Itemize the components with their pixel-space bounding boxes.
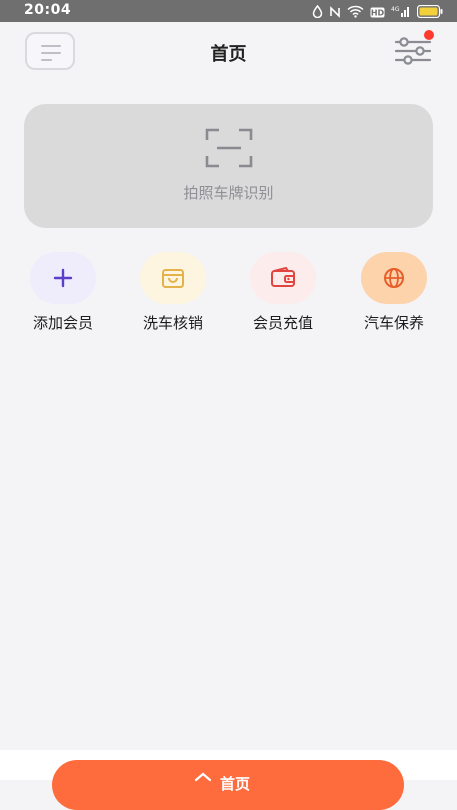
home-icon [194, 772, 212, 782]
wallet-icon [271, 267, 295, 287]
plate-scan-card[interactable]: 拍照车牌识别 [24, 104, 433, 228]
plus-icon [53, 268, 73, 288]
drop-icon [312, 3, 323, 22]
notification-dot [424, 30, 434, 40]
status-time: 20:04 [24, 2, 72, 18]
action-icon-bg [361, 252, 427, 304]
action-label: 会员充值 [252, 314, 313, 332]
home-tab-button[interactable]: 首页 [52, 760, 404, 810]
quick-actions: 添加会员 洗车核销 会员充值 汽车保养 [0, 252, 457, 342]
action-member-recharge[interactable]: 会员充值 [238, 252, 328, 333]
action-icon-bg [140, 252, 206, 304]
nfc-icon [329, 3, 341, 22]
status-icons: HD 4G [312, 3, 443, 22]
battery-icon [416, 3, 443, 22]
action-label: 汽车保养 [363, 314, 424, 332]
action-label: 添加会员 [32, 314, 93, 332]
svg-text:4G: 4G [391, 6, 400, 13]
scan-label: 拍照车牌识别 [183, 184, 274, 202]
signal-icon: 4G [391, 3, 411, 22]
svg-text:HD: HD [371, 9, 385, 18]
home-tab-label: 首页 [220, 775, 251, 793]
page-title: 首页 [210, 44, 247, 65]
top-bar: 首页 [0, 22, 457, 80]
action-wash-verify[interactable]: 洗车核销 [128, 252, 218, 333]
action-add-member[interactable]: 添加会员 [18, 252, 108, 333]
status-bar: 20:04 HD 4G [0, 0, 457, 22]
wifi-icon [347, 3, 364, 22]
hd-icon: HD [370, 3, 385, 22]
action-label: 洗车核销 [142, 314, 203, 332]
scan-frame-icon [205, 128, 253, 168]
bag-icon [162, 269, 184, 288]
action-icon-bg [30, 252, 96, 304]
filter-settings-button[interactable] [392, 30, 436, 70]
action-car-maintenance[interactable]: 汽车保养 [349, 252, 439, 333]
globe-icon [384, 268, 404, 288]
bottom-nav: 首页 [0, 750, 457, 810]
action-icon-bg [250, 252, 316, 304]
